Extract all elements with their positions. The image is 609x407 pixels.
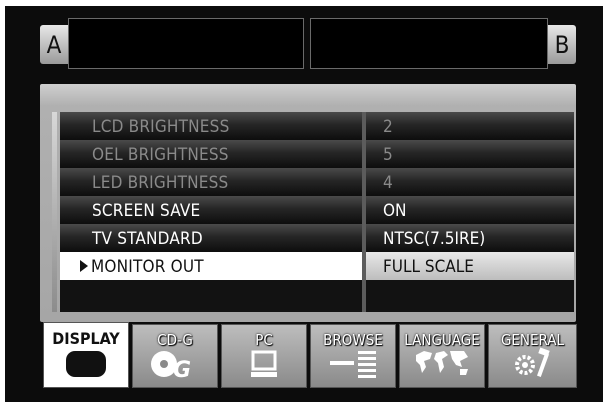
tools-icon <box>513 347 553 383</box>
settings-row-lcd-brightness[interactable]: LCD BRIGHTNESS 2 <box>60 112 574 140</box>
deck-b-display: B <box>310 18 576 69</box>
deck-a-screen <box>68 18 304 69</box>
setting-value: NTSC(7.5IRE) <box>383 229 486 249</box>
svg-text:G: G <box>173 358 191 379</box>
setting-value: 4 <box>383 173 393 193</box>
tab-cd-g[interactable]: CD-G G <box>132 324 218 388</box>
setting-name: TV STANDARD <box>92 229 203 249</box>
tab-language[interactable]: LANGUAGE <box>399 324 485 388</box>
deck-a-display: A <box>40 18 304 69</box>
setting-value: FULL SCALE <box>383 257 474 277</box>
deck-a-label: A <box>40 25 68 64</box>
tab-pc[interactable]: PC <box>221 324 307 388</box>
browse-list-icon <box>328 349 378 383</box>
setting-value: ON <box>383 201 407 221</box>
settings-list: LCD BRIGHTNESS 2 OEL BRIGHTNESS 5 LED BR… <box>60 112 574 312</box>
display-icon <box>63 349 109 383</box>
computer-icon <box>249 349 279 383</box>
tab-browse[interactable]: BROWSE <box>310 324 396 388</box>
setting-name: MONITOR OUT <box>91 257 204 277</box>
settings-row-screen-save[interactable]: SCREEN SAVE ON <box>60 196 574 224</box>
column-divider <box>362 252 366 280</box>
setting-name: LCD BRIGHTNESS <box>92 117 230 137</box>
settings-tab-bar: DISPLAY CD-G G PC BROWSE LANGUAGE GENERA… <box>43 322 577 388</box>
settings-row-tv-standard[interactable]: TV STANDARD NTSC(7.5IRE) <box>60 224 574 252</box>
cdg-disc-icon: G <box>149 349 201 383</box>
setting-name: LED BRIGHTNESS <box>92 173 229 193</box>
setting-name: OEL BRIGHTNESS <box>92 145 229 165</box>
tab-display[interactable]: DISPLAY <box>43 322 129 388</box>
settings-row-oel-brightness[interactable]: OEL BRIGHTNESS 5 <box>60 140 574 168</box>
setting-name-selected: MONITOR OUT <box>80 257 204 277</box>
settings-row-monitor-out[interactable]: MONITOR OUT FULL SCALE <box>60 252 574 280</box>
tab-label: BROWSE <box>323 331 383 349</box>
scrollbar[interactable] <box>52 112 57 312</box>
world-map-icon <box>412 347 472 383</box>
settings-row-led-brightness[interactable]: LED BRIGHTNESS 4 <box>60 168 574 196</box>
setting-value: 5 <box>383 145 393 165</box>
setting-name: SCREEN SAVE <box>92 201 201 221</box>
selection-arrow-icon <box>80 260 88 272</box>
settings-screen: A B LCD BRIGHTNESS 2 OEL BRIGHTNESS 5 LE… <box>5 6 603 402</box>
setting-value: 2 <box>383 117 393 137</box>
column-divider <box>362 280 366 312</box>
deck-b-label: B <box>548 25 576 64</box>
column-divider <box>362 112 366 252</box>
deck-b-screen <box>310 18 548 69</box>
tab-label: PC <box>255 331 273 349</box>
settings-panel: LCD BRIGHTNESS 2 OEL BRIGHTNESS 5 LED BR… <box>40 84 576 322</box>
tab-label: DISPLAY <box>52 329 120 348</box>
tab-general[interactable]: GENERAL <box>488 324 577 388</box>
tab-label: CD-G <box>157 331 193 349</box>
